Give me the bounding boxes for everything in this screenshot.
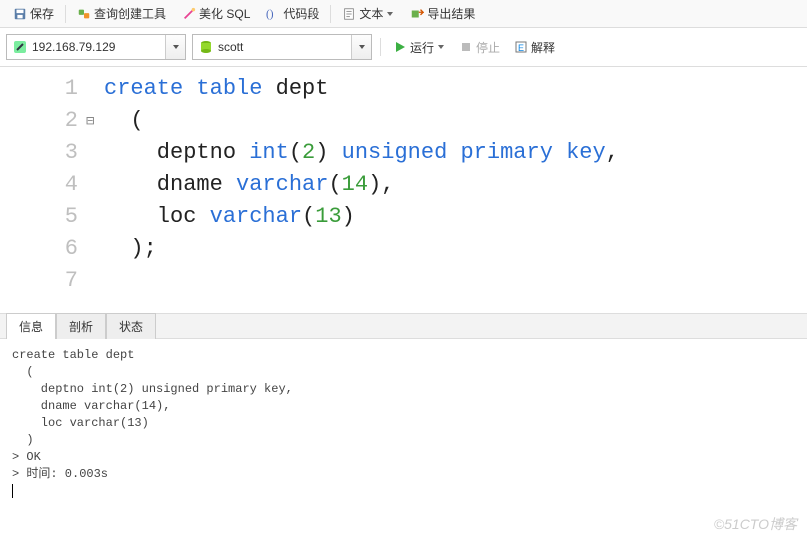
- database-icon: [199, 40, 213, 54]
- parens-icon: (): [266, 7, 280, 21]
- beautify-sql-label: 美化 SQL: [199, 5, 250, 22]
- main-toolbar: 保存 查询创建工具 美化 SQL () 代码段 文本 导出结果: [0, 0, 807, 28]
- identifier: dept: [262, 76, 328, 101]
- code-text: loc: [104, 204, 210, 229]
- code-text: (: [104, 108, 144, 133]
- fold-toggle[interactable]: ⊟: [86, 105, 104, 137]
- floppy-icon: [13, 7, 27, 21]
- chevron-down-icon: [386, 7, 394, 21]
- explain-button[interactable]: E 解释: [510, 37, 559, 58]
- number-literal: 2: [302, 140, 315, 165]
- database-dropdown-arrow[interactable]: [351, 35, 371, 59]
- svg-text:E: E: [518, 43, 524, 53]
- text-button[interactable]: 文本: [335, 2, 401, 25]
- explain-icon: E: [514, 40, 528, 54]
- code-text: dname: [104, 172, 236, 197]
- database-value: scott: [218, 40, 243, 54]
- type-keyword: varchar: [210, 204, 302, 229]
- export-button[interactable]: 导出结果: [403, 2, 482, 25]
- line-number: 1: [0, 73, 78, 105]
- chevron-down-icon: [437, 40, 445, 54]
- tab-info[interactable]: 信息: [6, 313, 56, 339]
- host-value: 192.168.79.129: [32, 40, 115, 54]
- export-label: 导出结果: [427, 5, 475, 22]
- type-keyword: varchar: [236, 172, 328, 197]
- code-area[interactable]: create table dept ( deptno int(2) unsign…: [104, 67, 807, 313]
- snippet-label: 代码段: [283, 5, 319, 22]
- keyword: table: [196, 76, 262, 101]
- database-combo[interactable]: scott: [192, 34, 372, 60]
- line-gutter: 1 2 3 4 5 6 7: [0, 67, 86, 313]
- connection-icon: [13, 40, 27, 54]
- wand-icon: [182, 7, 196, 21]
- explain-label: 解释: [531, 39, 555, 56]
- wrench-icon: [77, 7, 91, 21]
- number-literal: 14: [342, 172, 368, 197]
- output-text: create table dept ( deptno int(2) unsign…: [12, 348, 293, 481]
- sql-editor[interactable]: 1 2 3 4 5 6 7 ⊟ create table dept ( dept…: [0, 67, 807, 313]
- query-builder-label: 查询创建工具: [94, 5, 166, 22]
- run-label: 运行: [410, 39, 434, 56]
- line-number: 7: [0, 265, 78, 297]
- host-combo[interactable]: 192.168.79.129: [6, 34, 186, 60]
- connection-bar: 192.168.79.129 scott 运行: [0, 28, 807, 67]
- watermark: ©51CTO博客: [714, 514, 797, 534]
- toolbar-separator: [65, 5, 66, 23]
- output-panel[interactable]: create table dept ( deptno int(2) unsign…: [0, 339, 807, 508]
- keyword: create: [104, 76, 183, 101]
- code-text: deptno: [104, 140, 249, 165]
- type-keyword: int: [249, 140, 289, 165]
- run-button[interactable]: 运行: [389, 37, 449, 58]
- beautify-sql-button[interactable]: 美化 SQL: [175, 2, 257, 25]
- host-dropdown-arrow[interactable]: [165, 35, 185, 59]
- line-number: 5: [0, 201, 78, 233]
- line-number: 3: [0, 137, 78, 169]
- text-cursor: [12, 484, 13, 498]
- toolbar-separator: [380, 38, 381, 56]
- tab-profile[interactable]: 剖析: [56, 313, 106, 339]
- stop-button[interactable]: 停止: [455, 37, 504, 58]
- stop-label: 停止: [476, 39, 500, 56]
- line-number: 6: [0, 233, 78, 265]
- toolbar-separator: [330, 5, 331, 23]
- export-icon: [410, 7, 424, 21]
- fold-column: ⊟: [86, 67, 104, 313]
- line-number: 2: [0, 105, 78, 137]
- stop-icon: [459, 40, 473, 54]
- document-icon: [342, 7, 356, 21]
- keyword: unsigned primary key: [342, 140, 606, 165]
- line-number: 4: [0, 169, 78, 201]
- svg-text:(): (): [266, 8, 274, 20]
- save-label: 保存: [30, 5, 54, 22]
- code-text: );: [104, 236, 157, 261]
- save-button[interactable]: 保存: [6, 2, 61, 25]
- tab-status[interactable]: 状态: [106, 313, 156, 339]
- snippet-button[interactable]: () 代码段: [259, 2, 326, 25]
- text-label: 文本: [359, 5, 383, 22]
- number-literal: 13: [315, 204, 341, 229]
- play-icon: [393, 40, 407, 54]
- query-builder-button[interactable]: 查询创建工具: [70, 2, 173, 25]
- output-tabs: 信息 剖析 状态: [0, 313, 807, 339]
